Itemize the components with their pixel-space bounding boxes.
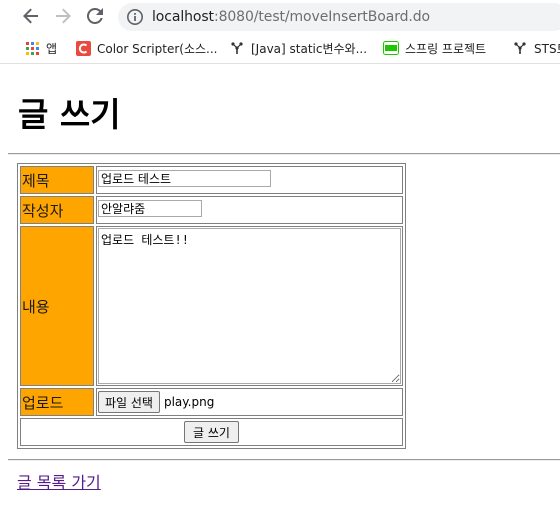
reload-button[interactable]: [83, 4, 107, 28]
browser-toolbar: localhost:8080/test/moveInsertBoard.do: [0, 0, 560, 33]
page-content: 글 쓰기 제목 작성자 내용 업로드 테스트!! 업로드 파일 선택play.p…: [0, 64, 560, 525]
bookmark-apps[interactable]: 앱: [24, 39, 57, 57]
address-bar[interactable]: localhost:8080/test/moveInsertBoard.do: [118, 3, 560, 31]
bookmarks-bar: 앱 Color Scripter(소스... [Java] static변수와.…: [0, 33, 560, 64]
bookmark-label: 앱: [46, 41, 58, 56]
upload-label: 업로드: [20, 388, 94, 416]
bookmark-label: STS트: [534, 41, 560, 56]
back-button[interactable]: [19, 4, 43, 28]
bookmark-sts[interactable]: STS트: [512, 39, 560, 57]
content-field-cell: 업로드 테스트!!: [96, 226, 403, 386]
title-field-cell: [96, 166, 403, 194]
page-title: 글 쓰기: [18, 95, 121, 134]
writer-input[interactable]: [98, 200, 202, 217]
top-divider: [8, 153, 560, 155]
upload-row: 업로드 파일 선택 play.png: [20, 388, 403, 416]
bottom-divider: [8, 459, 560, 461]
content-label: 내용: [20, 226, 94, 386]
blog-icon: [383, 40, 399, 56]
info-icon[interactable]: [126, 8, 144, 26]
upload-field-cell: 파일 선택 play.png: [96, 388, 403, 416]
title-input[interactable]: [98, 170, 271, 187]
forward-arrow-icon: [56, 8, 71, 24]
url-text[interactable]: localhost:8080/test/moveInsertBoard.do: [152, 9, 430, 25]
bookmark-java-static[interactable]: [Java] static변수와...: [229, 39, 367, 57]
url-path: :8080/test/moveInsertBoard.do: [213, 9, 431, 25]
reload-icon: [87, 8, 103, 24]
submit-row: 글 쓰기: [20, 418, 403, 446]
writer-label: 작성자: [20, 196, 94, 224]
back-arrow-icon: [23, 8, 38, 24]
tree-icon: [512, 40, 528, 56]
bookmark-label: 스프링 프로젝트: [405, 41, 487, 56]
submit-post-button[interactable]: 글 쓰기: [184, 421, 239, 443]
submit-cell: 글 쓰기: [20, 418, 403, 446]
content-row: 내용 업로드 테스트!!: [20, 226, 403, 386]
color-scripter-icon: [75, 40, 91, 56]
writer-row: 작성자: [20, 196, 403, 224]
selected-file-name: play.png: [163, 395, 215, 409]
writer-field-cell: [96, 196, 403, 224]
content-textarea[interactable]: 업로드 테스트!!: [98, 228, 401, 384]
title-label: 제목: [20, 166, 94, 194]
forward-button[interactable]: [51, 4, 75, 28]
bookmark-color-scripter[interactable]: Color Scripter(소스...: [75, 39, 217, 57]
choose-file-button[interactable]: 파일 선택: [98, 391, 160, 413]
bookmark-label: [Java] static변수와...: [251, 41, 368, 56]
go-to-list-link[interactable]: 글 목록 가기: [17, 469, 101, 493]
title-row: 제목: [20, 166, 403, 194]
apps-grid-icon: [24, 40, 40, 56]
url-host: localhost: [152, 9, 214, 25]
bookmark-spring-project[interactable]: 스프링 프로젝트: [383, 39, 486, 57]
bookmark-label: Color Scripter(소스...: [97, 41, 218, 56]
write-form-table: 제목 작성자 내용 업로드 테스트!! 업로드 파일 선택play.png: [17, 163, 406, 449]
tree-icon: [229, 40, 245, 56]
